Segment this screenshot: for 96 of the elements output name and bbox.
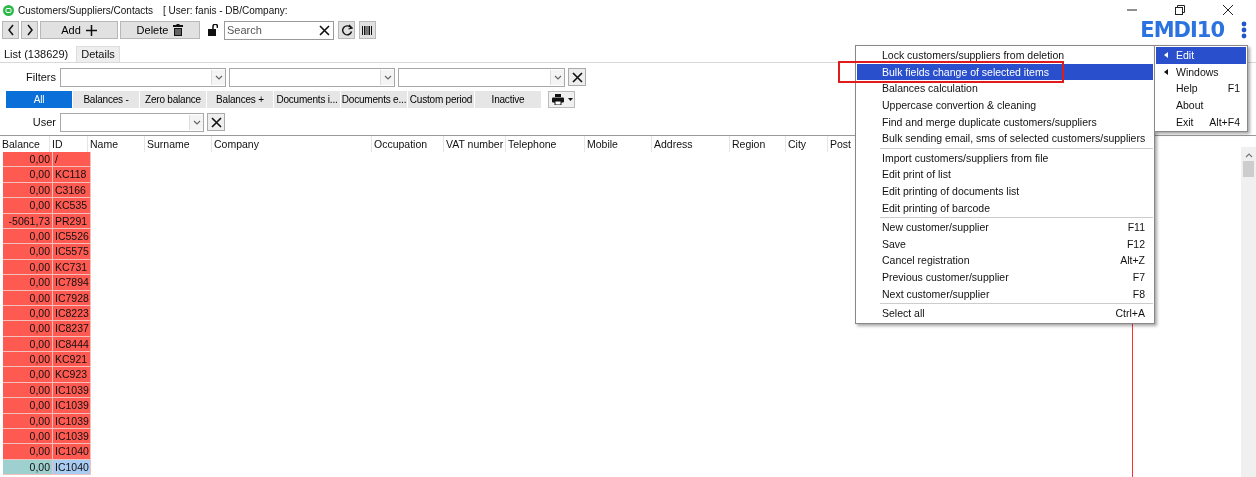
table-cell: IC5575 bbox=[53, 244, 91, 260]
menu-item[interactable]: Edit print of list bbox=[857, 166, 1153, 183]
table-cell: 0,00 bbox=[3, 244, 53, 260]
close-icon[interactable] bbox=[1222, 4, 1234, 16]
column-header[interactable]: City bbox=[786, 136, 828, 152]
forward-button[interactable] bbox=[21, 21, 38, 39]
filter-tab[interactable]: Balances + bbox=[207, 90, 273, 108]
menu-item[interactable]: Previous customer/supplier F7 bbox=[857, 268, 1153, 286]
column-header[interactable]: Surname bbox=[145, 136, 212, 152]
add-button[interactable]: Add bbox=[40, 21, 118, 39]
submenu-arrow-icon bbox=[1164, 68, 1168, 75]
restore-icon[interactable] bbox=[1174, 4, 1186, 16]
filter-tab[interactable]: Zero balance bbox=[140, 90, 206, 108]
table-cell: 0,00 bbox=[3, 167, 53, 183]
back-icon bbox=[6, 24, 15, 36]
app-icon bbox=[3, 4, 14, 16]
menu-item[interactable]: Bulk fields change of selected items bbox=[857, 63, 1153, 81]
submenu-arrow-icon bbox=[1164, 52, 1168, 59]
table-cell: KC921 bbox=[53, 352, 91, 368]
table-cell: IC8237 bbox=[53, 321, 91, 337]
menu-item[interactable]: Save F12 bbox=[857, 235, 1153, 253]
scrollbar[interactable] bbox=[1241, 147, 1256, 477]
column-header[interactable]: VAT number bbox=[444, 136, 506, 152]
barcode-button[interactable] bbox=[359, 21, 376, 39]
menu-item[interactable]: Edit printing of documents list bbox=[857, 182, 1153, 200]
search-field[interactable]: Search bbox=[224, 20, 334, 40]
table-cell: 0,00 bbox=[3, 429, 53, 445]
column-header[interactable]: Region bbox=[730, 136, 786, 152]
scroll-up-icon bbox=[1244, 153, 1253, 158]
user-info: [ User: fanis - DB/Company: bbox=[163, 4, 288, 16]
menu-item[interactable]: Help F1 bbox=[1156, 80, 1246, 97]
table-cell: 0,00 bbox=[3, 198, 53, 214]
menu-item[interactable]: Edit bbox=[1156, 47, 1246, 64]
menu-item[interactable]: About bbox=[1156, 96, 1246, 114]
table-cell: 0,00 bbox=[3, 321, 53, 337]
table-cell: IC1039 bbox=[53, 429, 91, 445]
close-icon bbox=[209, 115, 223, 129]
print-button[interactable] bbox=[548, 90, 575, 108]
menu-item[interactable]: Uppercase convertion & cleaning bbox=[857, 96, 1153, 114]
trash-icon bbox=[173, 24, 184, 36]
column-header[interactable]: Mobile bbox=[585, 136, 652, 152]
menu-item[interactable]: Windows bbox=[1156, 63, 1246, 81]
menu-item[interactable]: Lock customers/suppliers from deletion bbox=[857, 47, 1153, 64]
table-cell: KC923 bbox=[53, 367, 91, 383]
menu-item[interactable]: Select all Ctrl+A bbox=[857, 304, 1153, 322]
filter-tab[interactable]: Custom period bbox=[408, 90, 474, 108]
menu-item[interactable]: Exit Alt+F4 bbox=[1156, 113, 1246, 130]
filter-tab[interactable]: Documents e... bbox=[341, 90, 407, 108]
column-header[interactable]: Company bbox=[212, 136, 372, 152]
back-button[interactable] bbox=[2, 21, 19, 39]
clear-button[interactable] bbox=[207, 113, 225, 131]
column-header[interactable]: Address bbox=[652, 136, 730, 152]
table-cell: 0,00 bbox=[3, 367, 53, 383]
unlocked-padlock-icon bbox=[208, 24, 218, 36]
table-cell: KC535 bbox=[53, 198, 91, 214]
table-cell: / bbox=[53, 152, 91, 168]
logo: EMDI10 bbox=[1140, 19, 1224, 41]
column-header[interactable]: Occupation bbox=[372, 136, 444, 152]
table-cell: 0,00 bbox=[3, 444, 53, 460]
forward-icon bbox=[25, 24, 34, 36]
filters-label: Filters bbox=[25, 71, 56, 83]
filter-tab[interactable]: Balances - bbox=[73, 90, 139, 108]
close-icon bbox=[570, 70, 584, 84]
table-cell: 0,00 bbox=[3, 152, 53, 168]
menu-item[interactable]: New customer/supplier F11 bbox=[857, 218, 1153, 236]
plus-icon bbox=[85, 24, 97, 36]
refresh-button[interactable] bbox=[338, 21, 355, 39]
menu-item[interactable]: Find and merge duplicate customers/suppliers bbox=[857, 113, 1153, 130]
filter-tab[interactable]: Documents i... bbox=[274, 90, 340, 108]
table-cell: IC1039 bbox=[53, 398, 91, 414]
refresh-icon bbox=[340, 24, 353, 36]
menu-item[interactable]: Balances calculation bbox=[857, 80, 1153, 97]
table-cell: 0,00 bbox=[3, 352, 53, 368]
menu-item[interactable]: Edit printing of barcode bbox=[857, 199, 1153, 216]
table-cell: KC118 bbox=[53, 167, 91, 183]
printer-icon bbox=[552, 93, 564, 105]
tab[interactable]: Details bbox=[76, 46, 120, 62]
table-cell: 0,00 bbox=[3, 398, 53, 414]
user-label: User bbox=[31, 116, 56, 128]
column-header[interactable]: Telephone bbox=[506, 136, 585, 152]
clear-icon[interactable] bbox=[318, 23, 331, 37]
menu-item[interactable]: Import customers/suppliers from file bbox=[857, 149, 1153, 167]
menu-item[interactable]: Cancel registration Alt+Z bbox=[857, 252, 1153, 269]
filter-tab[interactable]: Inactive bbox=[475, 90, 541, 108]
more-icon[interactable] bbox=[1241, 21, 1247, 39]
caret-icon bbox=[568, 97, 573, 101]
table-cell: IC1040 bbox=[53, 444, 91, 460]
scroll-thumb[interactable] bbox=[1243, 161, 1254, 177]
delete-button[interactable]: Delete bbox=[120, 21, 200, 39]
table-cell: 0,00 bbox=[3, 275, 53, 291]
menu-item[interactable]: Next customer/supplier F8 bbox=[857, 285, 1153, 302]
clear-button[interactable] bbox=[568, 68, 586, 86]
window-title: Customers/Suppliers/Contacts bbox=[18, 4, 154, 16]
filter-tab[interactable]: All bbox=[6, 90, 72, 108]
table-cell: IC7894 bbox=[53, 275, 91, 291]
barcode-icon bbox=[362, 25, 373, 35]
